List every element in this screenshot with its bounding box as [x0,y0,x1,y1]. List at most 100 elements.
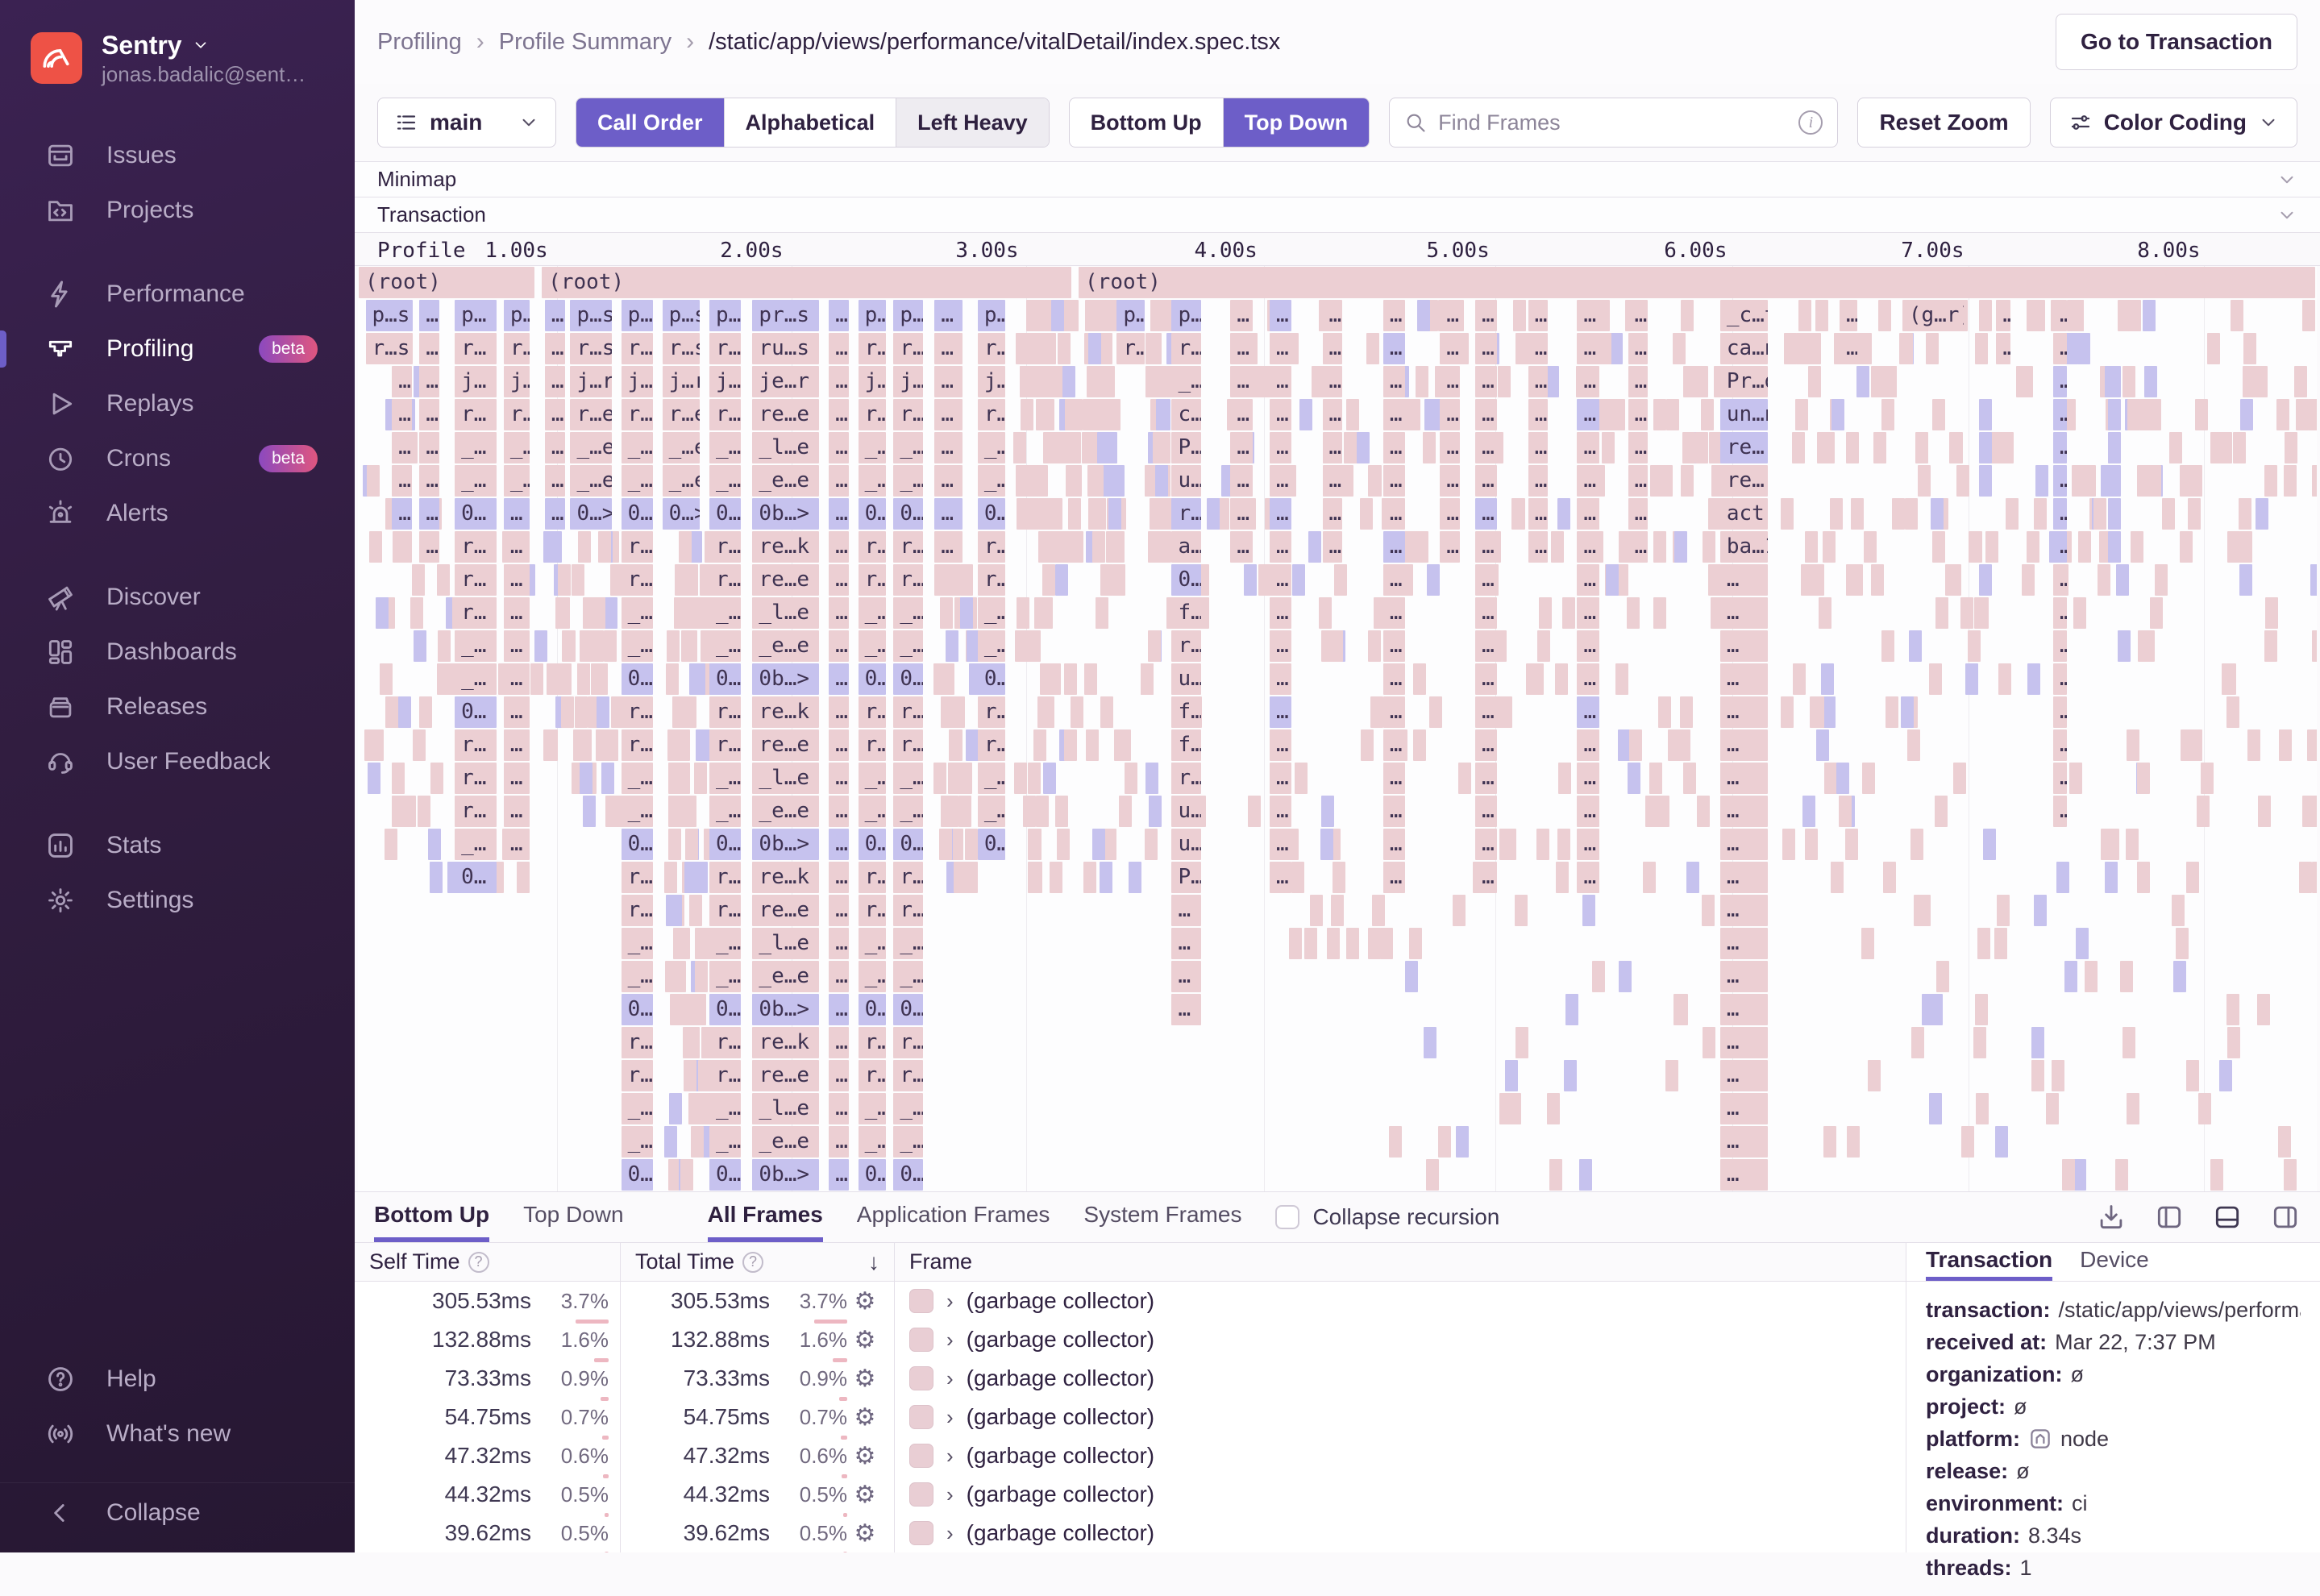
flame-sliver[interactable] [1907,729,1920,761]
flame-sliver[interactable] [669,895,682,926]
flame-frame[interactable]: 0… [622,663,653,695]
flame-sliver[interactable] [376,597,389,629]
flame-frame[interactable]: … [545,432,565,463]
flame-sliver[interactable] [1368,630,1381,662]
flame-frame[interactable]: … [504,630,530,662]
flame-frame[interactable]: r… [859,333,886,364]
flame-frame[interactable]: … [1230,498,1252,530]
flame-sliver[interactable] [2115,1159,2128,1191]
flame-frame[interactable]: un…n [1720,399,1768,430]
flame-sliver[interactable] [604,630,617,662]
flame-sliver[interactable] [1862,763,1875,794]
flame-sliver[interactable] [1619,961,1632,992]
flame-frame[interactable]: j… [622,366,653,397]
flame-frame[interactable]: _… [893,961,923,992]
flame-sliver[interactable] [2032,300,2045,331]
flame-sliver[interactable] [1310,895,1323,926]
flame-sliver[interactable] [965,829,978,860]
flame-frame[interactable]: 0… [709,498,741,530]
flame-sliver[interactable] [2186,862,2199,893]
flame-sliver[interactable] [1427,564,1440,596]
flame-frame[interactable]: … [829,862,849,893]
flame-sliver[interactable] [2227,531,2240,563]
flame-sliver[interactable] [1936,961,1949,992]
flame-frame[interactable]: _… [893,597,923,629]
flame-sliver[interactable] [1915,432,1928,463]
gear-icon[interactable]: ⚙ [847,1403,883,1432]
flame-sliver[interactable] [1145,829,1158,860]
flame-frame[interactable]: _e…e [752,1126,819,1158]
flame-sliver[interactable] [2085,961,2098,992]
flame-frame[interactable]: _… [622,630,653,662]
flame-frame[interactable]: … [419,333,439,364]
flame-sliver[interactable] [1675,994,1688,1025]
gear-icon[interactable]: ⚙ [847,1442,883,1470]
flame-sliver[interactable] [1426,1159,1439,1191]
sidebar-item-profiling[interactable]: Profilingbeta [0,322,355,376]
flame-frame[interactable]: … [419,432,439,463]
flame-sliver[interactable] [1960,597,1973,629]
flame-sliver[interactable] [2108,432,2121,463]
flame-sliver[interactable] [1458,763,1471,794]
flame-sliver[interactable] [2176,928,2189,959]
flame-sliver[interactable] [1149,796,1162,827]
sidebar-item-stats[interactable]: Stats [0,818,355,873]
flame-sliver[interactable] [1822,432,1835,463]
flame-frame[interactable]: r… [709,1060,741,1091]
flame-frame[interactable]: … [829,399,849,430]
flame-frame[interactable]: 0… [1171,564,1201,596]
flame-sliver[interactable] [2118,630,2131,662]
flame-sliver[interactable] [1918,465,1931,497]
flame-frame[interactable]: r… [622,531,653,563]
flame-sliver[interactable] [1417,300,1430,331]
flame-sliver[interactable] [517,862,530,893]
sidebar-item-alerts[interactable]: Alerts [0,486,355,541]
flame-frame[interactable]: … [1475,531,1497,563]
frame-cell[interactable]: ›(garbage collector) [895,1282,1906,1320]
dock-bottom-icon[interactable] [2212,1202,2243,1232]
flame-frame[interactable]: re…k [752,1027,819,1058]
flame-frame[interactable]: p… [455,300,496,331]
flame-sliver[interactable] [1023,796,1036,827]
flame-sliver[interactable] [946,630,958,662]
flame-frame[interactable]: _… [709,961,741,992]
flame-sliver[interactable] [2143,300,2156,331]
flame-sliver[interactable] [1653,597,1666,629]
flame-sliver[interactable] [1651,796,1664,827]
flame-sliver[interactable] [2186,1060,2199,1091]
flame-sliver[interactable] [1901,696,1914,728]
flame-sliver[interactable] [1104,829,1116,860]
flame-sliver[interactable] [1961,1126,1974,1158]
flame-frame[interactable]: _… [455,465,496,497]
flame-frame[interactable]: re…r [1720,465,1768,497]
flame-frame[interactable]: … [1383,531,1405,563]
flame-frame[interactable]: r… [978,729,1005,761]
flame-sliver[interactable] [1160,498,1173,530]
flame-frame[interactable]: … [2053,564,2067,596]
flame-sliver[interactable] [1368,465,1381,497]
flame-frame[interactable]: re…e [752,564,819,596]
flame-sliver[interactable] [1150,531,1163,563]
minimap-section-header[interactable]: Minimap [355,161,2320,197]
flame-frame[interactable]: r… [1171,763,1201,794]
flame-sliver[interactable] [1304,928,1317,959]
flame-sliver[interactable] [1604,399,1617,430]
flame-sliver[interactable] [1331,895,1344,926]
go-to-transaction-button[interactable]: Go to Transaction [2056,14,2297,70]
flame-frame[interactable]: … [1171,895,1201,926]
flame-sliver[interactable] [2169,432,2182,463]
flame-frame[interactable]: … [1720,1159,1768,1191]
flame-sliver[interactable] [1979,432,1992,463]
table-row[interactable]: 305.53ms3.7%305.53ms3.7%⚙›(garbage colle… [355,1282,1906,1320]
flame-frame[interactable]: … [1577,366,1599,397]
flame-frame[interactable]: _… [859,1093,886,1124]
flame-frame[interactable]: … [829,300,849,331]
flame-frame[interactable]: … [2053,729,2067,761]
flame-sliver[interactable] [1546,366,1559,397]
flame-sliver[interactable] [2264,630,2277,662]
flame-sliver[interactable] [2064,961,2077,992]
flame-frame[interactable]: … [1475,763,1497,794]
flame-sliver[interactable] [2150,597,2163,629]
flame-sliver[interactable] [2123,1027,2135,1058]
flame-sliver[interactable] [584,597,597,629]
